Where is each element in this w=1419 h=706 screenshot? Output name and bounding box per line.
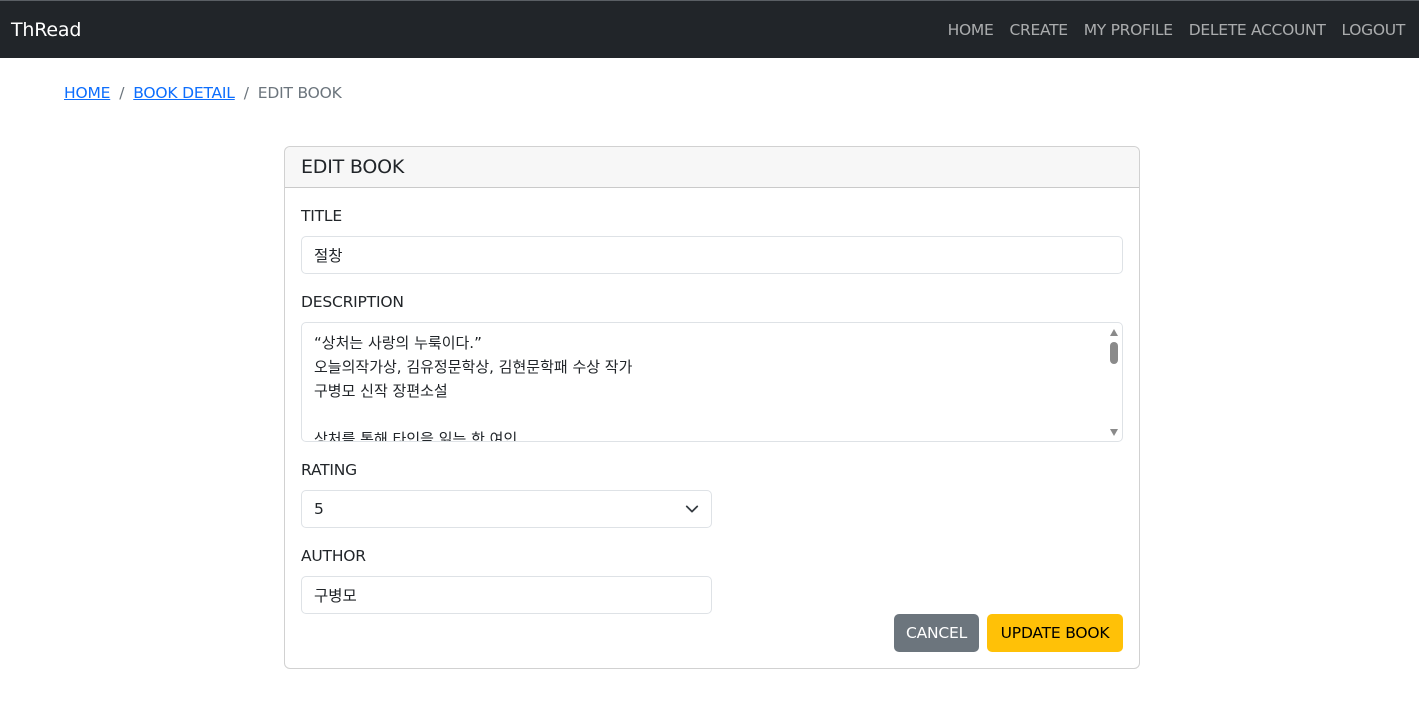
breadcrumb: HOME / BOOK DETAIL / EDIT BOOK bbox=[64, 84, 342, 102]
rating-selected-value: 5 bbox=[314, 500, 324, 518]
chevron-down-icon bbox=[685, 502, 699, 516]
nav-home-link[interactable]: HOME bbox=[948, 21, 994, 39]
nav-my-profile-link[interactable]: MY PROFILE bbox=[1084, 21, 1173, 39]
breadcrumb-separator: / bbox=[243, 84, 249, 102]
title-input[interactable]: 절창 bbox=[301, 236, 1123, 274]
navbar: ThRead HOME CREATE MY PROFILE DELETE ACC… bbox=[0, 0, 1419, 58]
update-book-button[interactable]: UPDATE BOOK bbox=[987, 614, 1123, 652]
description-scrollbar[interactable] bbox=[1107, 324, 1121, 440]
description-textarea[interactable]: “상처는 사랑의 누룩이다.” 오늘의작가상, 김유정문학상, 김현문학패 수상… bbox=[301, 322, 1123, 442]
brand-logo[interactable]: ThRead bbox=[11, 19, 81, 41]
rating-select[interactable]: 5 bbox=[301, 490, 712, 528]
breadcrumb-home-link[interactable]: HOME bbox=[64, 84, 110, 102]
author-input[interactable]: 구병모 bbox=[301, 576, 712, 614]
cancel-button[interactable]: CANCEL bbox=[894, 614, 979, 652]
scroll-up-arrow-icon[interactable] bbox=[1110, 329, 1118, 336]
breadcrumb-separator: / bbox=[119, 84, 125, 102]
card-title: EDIT BOOK bbox=[301, 156, 405, 178]
author-label: AUTHOR bbox=[301, 547, 366, 565]
nav-create-link[interactable]: CREATE bbox=[1009, 21, 1068, 39]
nav-logout-link[interactable]: LOGOUT bbox=[1341, 21, 1405, 39]
card-header: EDIT BOOK bbox=[285, 147, 1139, 188]
description-text: “상처는 사랑의 누룩이다.” 오늘의작가상, 김유정문학상, 김현문학패 수상… bbox=[314, 334, 633, 442]
breadcrumb-book-detail-link[interactable]: BOOK DETAIL bbox=[133, 84, 235, 102]
nav-links: HOME CREATE MY PROFILE DELETE ACCOUNT LO… bbox=[948, 21, 1408, 39]
scroll-down-arrow-icon[interactable] bbox=[1110, 429, 1118, 436]
rating-label: RATING bbox=[301, 461, 357, 479]
breadcrumb-current: EDIT BOOK bbox=[257, 84, 342, 102]
edit-book-card: EDIT BOOK TITLE 절창 DESCRIPTION “상처는 사랑의 … bbox=[284, 146, 1140, 669]
title-label: TITLE bbox=[301, 207, 342, 225]
nav-delete-account-link[interactable]: DELETE ACCOUNT bbox=[1189, 21, 1326, 39]
description-label: DESCRIPTION bbox=[301, 293, 404, 311]
scroll-thumb[interactable] bbox=[1110, 342, 1118, 364]
